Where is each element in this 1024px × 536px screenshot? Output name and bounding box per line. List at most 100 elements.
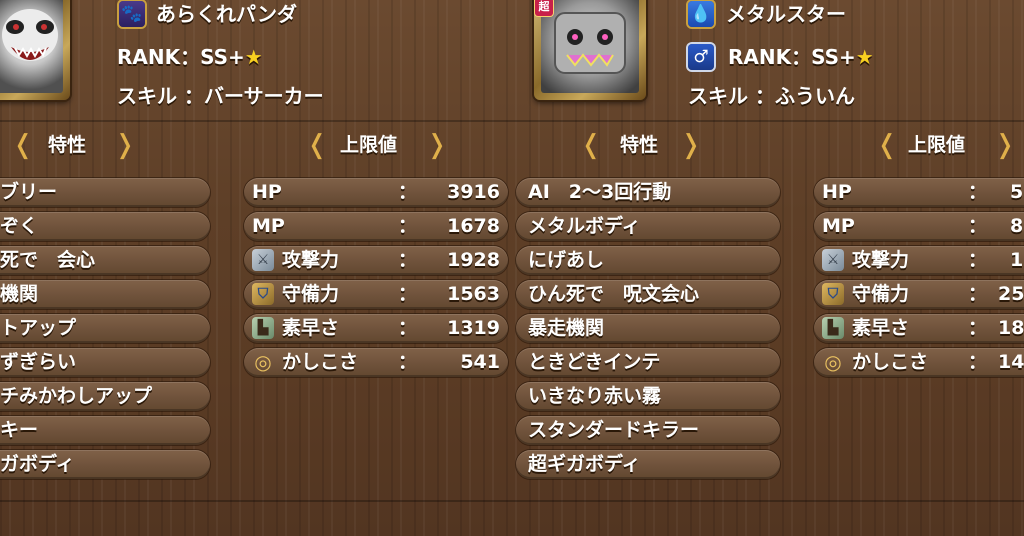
- trait-row[interactable]: 死で 会心: [0, 246, 210, 275]
- trait-row[interactable]: AI 2～3回行動: [516, 178, 780, 207]
- ornament-right-icon: ❭: [994, 130, 1016, 160]
- stat-value: 14: [998, 351, 1024, 373]
- stat-label: かしこさ: [852, 351, 929, 373]
- stat-label: 守備力: [282, 283, 340, 305]
- stat-value: 1928: [447, 249, 500, 271]
- stat-row-defense[interactable]: ⛉ 守備力 ： 25: [814, 280, 1024, 309]
- trait-row[interactable]: いきなり赤い霧: [516, 382, 780, 411]
- monster-portrait-left[interactable]: [0, 0, 70, 100]
- traits-header-left: ❬ 特性 ❭: [0, 128, 136, 162]
- stat-row-agility[interactable]: ▙ 素早さ ： 1319: [244, 314, 508, 343]
- traits-header-label: 特性: [620, 134, 659, 156]
- stat-row-mp[interactable]: MP ： 8: [814, 212, 1024, 241]
- stat-label: 素早さ: [282, 317, 340, 339]
- trait-row[interactable]: ぞく: [0, 212, 210, 241]
- stat-row-wisdom[interactable]: ◎ かしこさ ： 541: [244, 348, 508, 377]
- plank-seam: [0, 120, 1024, 122]
- trait-row[interactable]: ガボディ: [0, 450, 210, 479]
- stat-sep: ：: [398, 317, 418, 339]
- trait-row[interactable]: にげあし: [516, 246, 780, 275]
- trait-label: AI 2～3回行動: [528, 181, 672, 203]
- stat-sep: ：: [968, 351, 988, 373]
- stat-label: MP: [252, 215, 285, 237]
- stat-label: HP: [822, 181, 852, 203]
- trait-row[interactable]: ずぎらい: [0, 348, 210, 377]
- stats-header-label: 上限値: [340, 134, 398, 156]
- trait-row[interactable]: スタンダードキラー: [516, 416, 780, 445]
- traits-header-label: 特性: [48, 134, 87, 156]
- stat-row-attack[interactable]: ⚔ 攻撃力 ： 1928: [244, 246, 508, 275]
- trait-row[interactable]: 超ギガボディ: [516, 450, 780, 479]
- trait-label: ときどきインテ: [528, 351, 661, 373]
- stat-label: 攻撃力: [852, 249, 910, 271]
- sword-icon: ⚔: [822, 249, 844, 271]
- stat-value: 25: [998, 283, 1024, 305]
- metal-star-image: [541, 0, 639, 93]
- trait-row[interactable]: キー: [0, 416, 210, 445]
- trait-label: キー: [0, 419, 39, 441]
- trait-row[interactable]: 機関: [0, 280, 210, 309]
- ring-icon: ◎: [254, 350, 272, 374]
- stat-label: 攻撃力: [282, 249, 340, 271]
- stat-sep: ：: [968, 181, 988, 203]
- metal-star-face-icon: [554, 12, 626, 74]
- stat-row-hp[interactable]: HP ： 3916: [244, 178, 508, 207]
- ornament-right-icon: ❭: [426, 130, 448, 160]
- stat-sep: ：: [398, 215, 418, 237]
- trait-label: 暴走機関: [528, 317, 605, 339]
- stat-row-wisdom[interactable]: ◎ かしこさ ： 14: [814, 348, 1024, 377]
- trait-row[interactable]: チみかわしアップ: [0, 382, 210, 411]
- stat-row-mp[interactable]: MP ： 1678: [244, 212, 508, 241]
- ornament-left-icon: ❬: [306, 130, 328, 160]
- super-badge: 超: [535, 0, 553, 16]
- trait-label: にげあし: [528, 249, 605, 271]
- trait-row[interactable]: メタルボディ: [516, 212, 780, 241]
- boot-icon: ▙: [822, 317, 844, 339]
- stat-sep: ：: [398, 351, 418, 373]
- stat-label: 素早さ: [852, 317, 910, 339]
- stats-header-left: ❬ 上限値 ❭: [306, 128, 448, 162]
- stat-label: 守備力: [852, 283, 910, 305]
- monster-name-right: メタルスター: [726, 2, 846, 26]
- stat-row-defense[interactable]: ⛉ 守備力 ： 1563: [244, 280, 508, 309]
- stat-row-agility[interactable]: ▙ 素早さ ： 18: [814, 314, 1024, 343]
- trait-label: 死で 会心: [0, 249, 96, 271]
- shield-icon: ⛉: [252, 283, 274, 305]
- trait-label: 機関: [0, 283, 39, 305]
- family-paw-icon: 🐾: [119, 1, 145, 27]
- stat-label: かしこさ: [282, 351, 359, 373]
- stat-sep: ：: [968, 283, 988, 305]
- stat-sep: ：: [968, 215, 988, 237]
- trait-label: チみかわしアップ: [0, 385, 153, 407]
- family-slime-icon: 💧: [688, 1, 714, 27]
- panda-image: [0, 0, 63, 93]
- trait-label: スタンダードキラー: [528, 419, 700, 441]
- trait-row[interactable]: ひん死で 呪文会心: [516, 280, 780, 309]
- trait-row[interactable]: 暴走機関: [516, 314, 780, 343]
- shield-icon: ⛉: [822, 283, 844, 305]
- stat-sep: ：: [968, 317, 988, 339]
- rank-left: RANK：SS+★: [117, 44, 263, 70]
- stat-row-attack[interactable]: ⚔ 攻撃力 ： 1: [814, 246, 1024, 275]
- skill-left: スキル ：バーサーカー: [117, 84, 324, 108]
- stat-value: 1563: [447, 283, 500, 305]
- trait-label: 超ギガボディ: [528, 453, 641, 475]
- trait-row[interactable]: ときどきインテ: [516, 348, 780, 377]
- stats-header-right: ❬ 上限値 ❭: [876, 128, 1024, 162]
- ring-icon: ◎: [824, 350, 842, 374]
- trait-label: いきなり赤い霧: [528, 385, 662, 407]
- ornament-left-icon: ❬: [12, 130, 34, 160]
- trait-label: ブリー: [0, 181, 58, 203]
- panda-face-icon: [2, 9, 58, 61]
- ornament-right-icon: ❭: [114, 130, 136, 160]
- stat-value: 1319: [447, 317, 500, 339]
- stat-label: MP: [822, 215, 855, 237]
- stats-header-label: 上限値: [908, 134, 966, 156]
- stat-row-hp[interactable]: HP ： 5: [814, 178, 1024, 207]
- skill-right: スキル ：ふういん: [688, 84, 855, 108]
- trait-row[interactable]: トアップ: [0, 314, 210, 343]
- gender-icon: ♂: [688, 44, 714, 70]
- trait-row[interactable]: ブリー: [0, 178, 210, 207]
- rank-right: RANK：SS+★: [728, 44, 874, 70]
- ornament-left-icon: ❬: [876, 130, 898, 160]
